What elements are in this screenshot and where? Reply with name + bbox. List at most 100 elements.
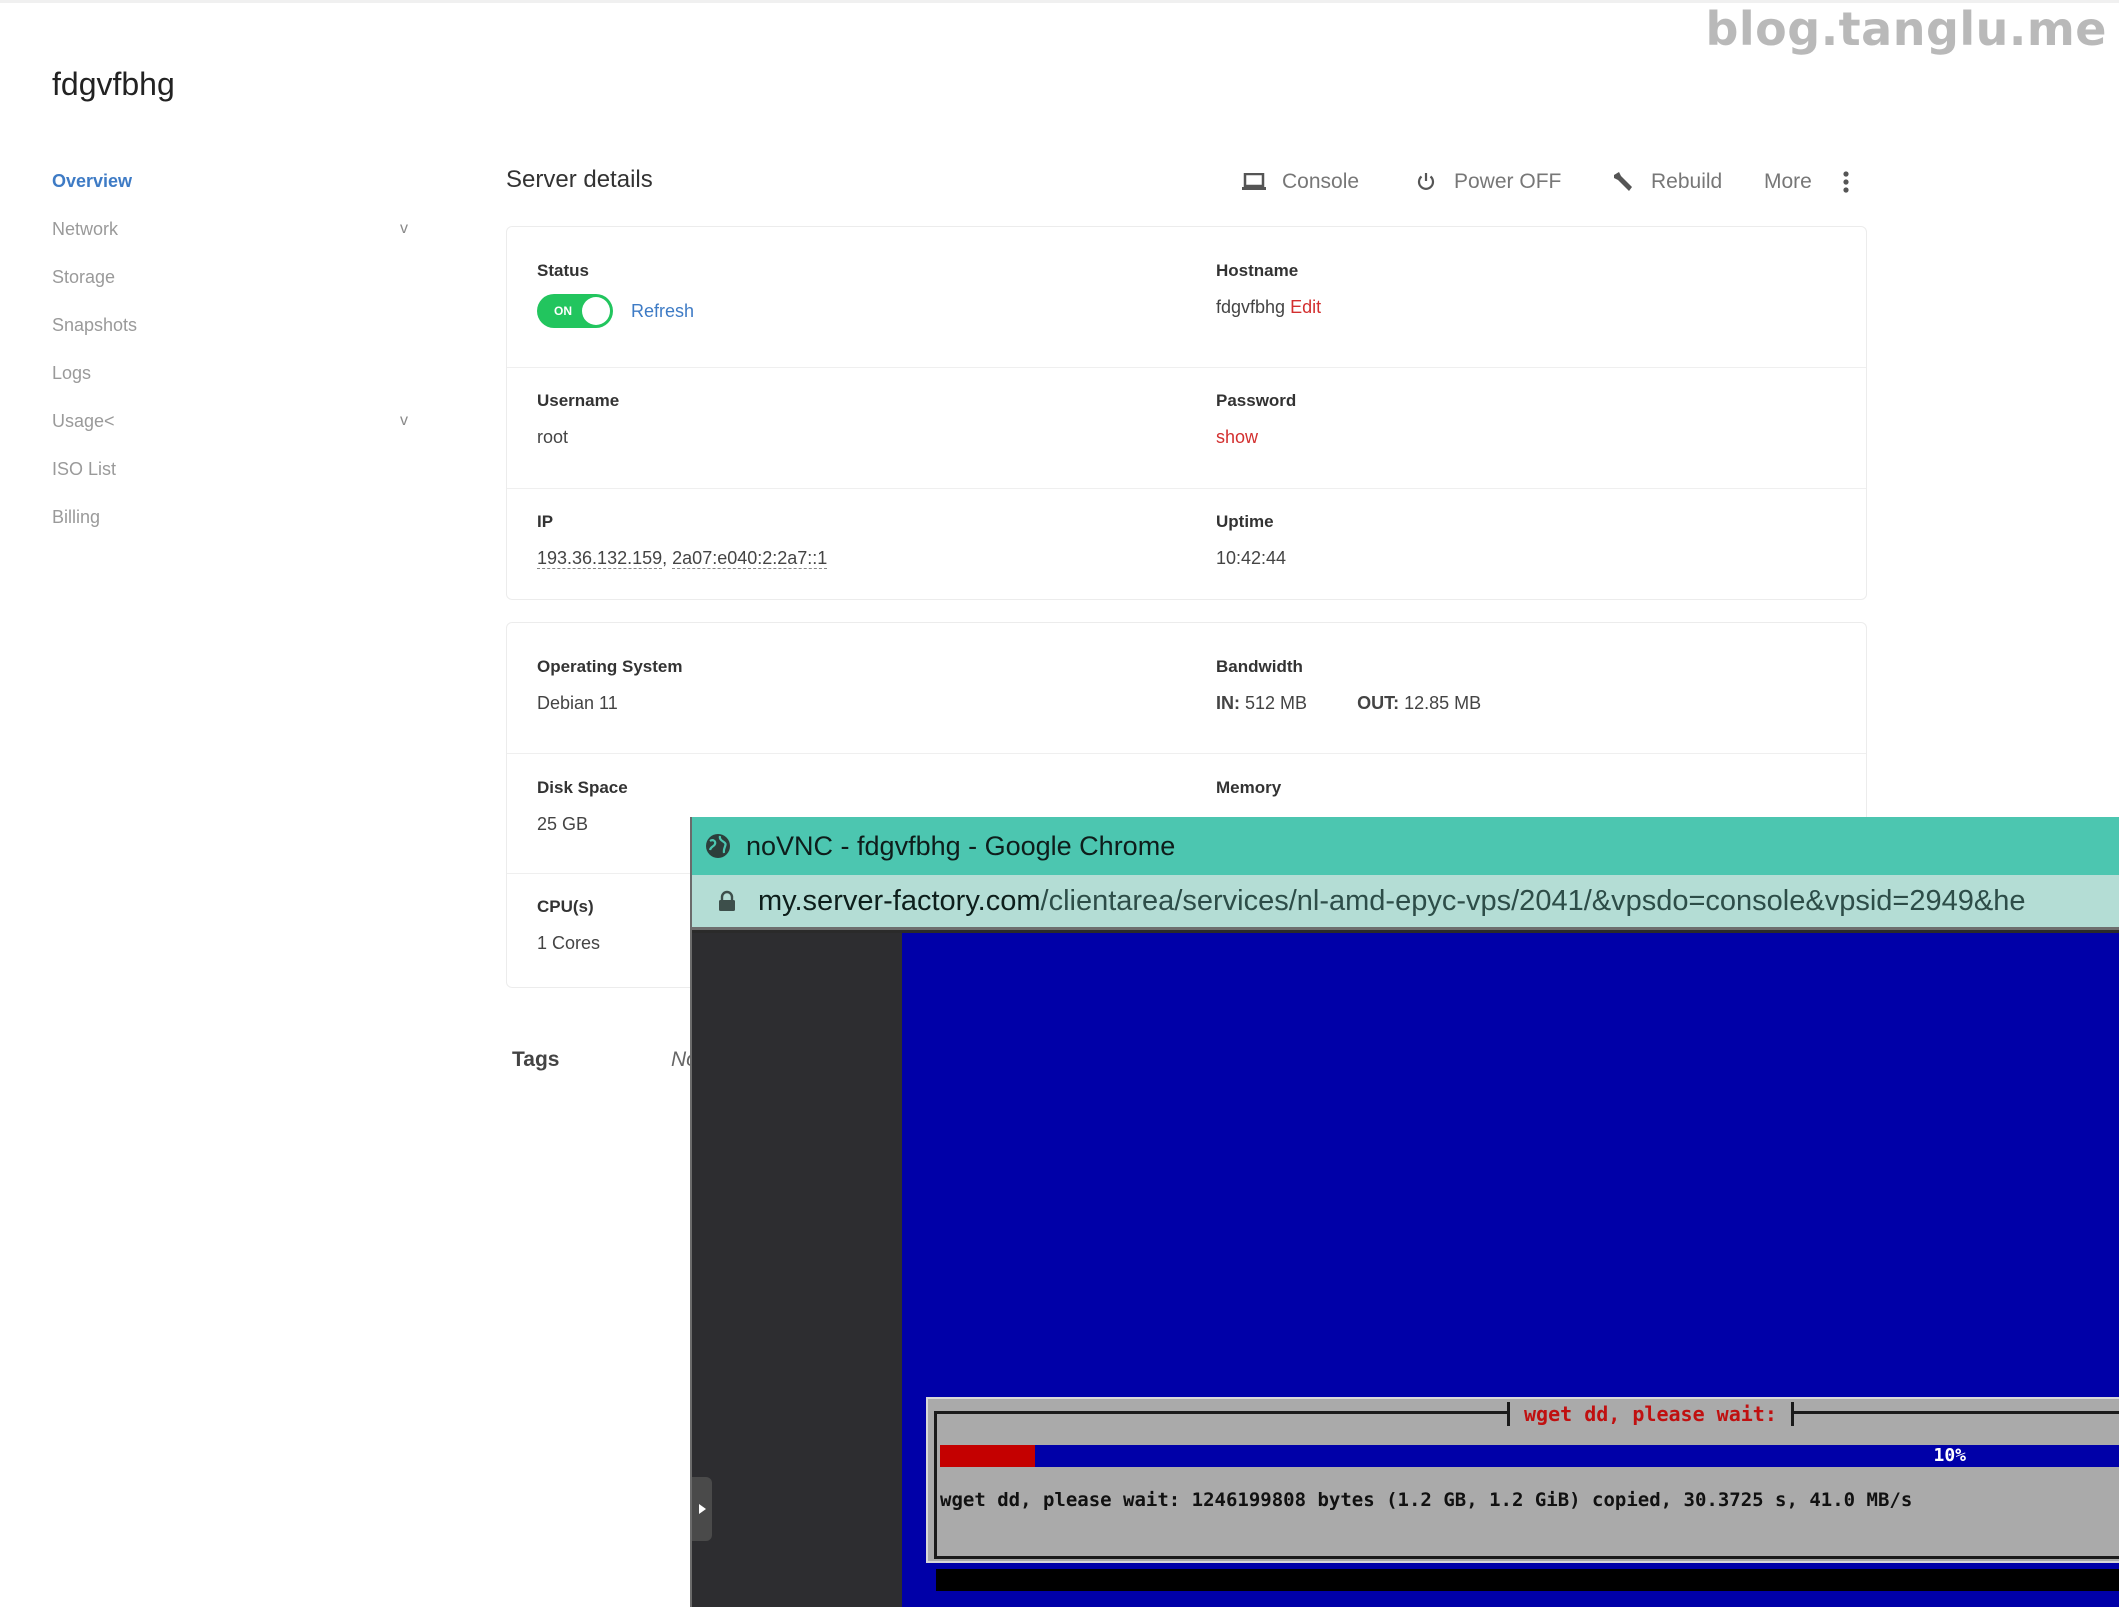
ip-cell: IP 193.36.132.159, 2a07:e040:2:2a7::1 — [537, 511, 828, 570]
credentials-row: Username root Password show — [507, 367, 1866, 488]
lock-icon — [719, 890, 735, 911]
ip-value-line: 193.36.132.159, 2a07:e040:2:2a7::1 — [537, 546, 828, 570]
os-value: Debian 11 — [537, 693, 618, 713]
status-label: Status — [537, 261, 589, 280]
console-button[interactable]: Console — [1240, 166, 1359, 198]
wrench-icon — [1609, 170, 1637, 194]
sidebar-item-label: Billing — [52, 507, 101, 527]
username-label: Username — [537, 391, 620, 410]
hostname-edit-link[interactable]: Edit — [1290, 297, 1321, 317]
bandwidth-cell: Bandwidth IN: 512 MB OUT: 12.85 MB — [1216, 656, 1481, 715]
tags-label: Tags — [512, 1048, 560, 1071]
sidebar-nav: Overview Network v Storage Snapshots Log… — [52, 160, 408, 544]
watermark: blog.tanglu.me — [1705, 2, 2107, 56]
sidebar-item-storage[interactable]: Storage — [52, 256, 408, 304]
hostname-value-line: fdgvfbhg Edit — [1216, 295, 1321, 319]
bandwidth-value-line: IN: 512 MB OUT: 12.85 MB — [1216, 691, 1481, 715]
cpu-label: CPU(s) — [537, 897, 594, 916]
rebuild-button[interactable]: Rebuild — [1609, 166, 1722, 198]
bandwidth-out-value: 12.85 MB — [1404, 693, 1482, 713]
password-show-link[interactable]: show — [1216, 427, 1258, 447]
laptop-icon — [1240, 170, 1268, 194]
bandwidth-in-value: 512 MB — [1245, 693, 1308, 713]
power-off-button[interactable]: Power OFF — [1412, 166, 1561, 198]
status-cell: Status ON Refresh — [537, 260, 694, 328]
url-text: my.server-factory.com/clientarea/service… — [758, 885, 2025, 918]
sidebar-item-usage[interactable]: Usage< v — [52, 400, 408, 448]
dialog-title: wget dd, please wait: — [1507, 1402, 1794, 1426]
ip-separator: , — [662, 548, 668, 568]
sidebar-item-billing[interactable]: Billing — [52, 496, 408, 544]
bandwidth-in-label: IN: — [1216, 693, 1240, 713]
action-toolbar: Console Power OFF Rebuild More — [0, 166, 2119, 198]
bandwidth-out-label: OUT: — [1357, 693, 1400, 713]
os-cell: Operating System Debian 11 — [537, 656, 683, 715]
ipv4-address[interactable]: 193.36.132.159 — [537, 548, 663, 569]
novnc-side-panel — [692, 933, 902, 1607]
memory-cell: Memory — [1216, 777, 1281, 799]
network-row: IP 193.36.132.159, 2a07:e040:2:2a7::1 Up… — [507, 488, 1866, 601]
expand-arrow-icon — [698, 1504, 706, 1514]
more-button[interactable]: More — [1764, 166, 1860, 198]
server-info-card: Status ON Refresh Hostname fdgvfbhg Edit — [506, 226, 1867, 600]
page: blog.tanglu.me fdgvfbhg Overview Network… — [0, 0, 2119, 1607]
os-row: Operating System Debian 11 Bandwidth IN:… — [507, 623, 1866, 753]
chrome-title-bar[interactable]: noVNC - fdgvfbhg - Google Chrome — [692, 817, 2119, 875]
status-row: Status ON Refresh Hostname fdgvfbhg Edit — [507, 227, 1866, 367]
toggle-on-text: ON — [554, 304, 572, 318]
memory-label: Memory — [1216, 778, 1282, 797]
uptime-cell: Uptime 10:42:44 — [1216, 511, 1286, 570]
control-bar-handle[interactable] — [692, 1477, 712, 1541]
chevron-down-icon[interactable]: v — [400, 208, 408, 250]
refresh-link[interactable]: Refresh — [631, 301, 694, 322]
cpu-cell: CPU(s) 1 Cores — [537, 896, 600, 955]
ip-label: IP — [537, 512, 554, 531]
sidebar-item-snapshots[interactable]: Snapshots — [52, 304, 408, 352]
ipv6-address[interactable]: 2a07:e040:2:2a7::1 — [672, 548, 828, 569]
cpu-value: 1 Cores — [537, 933, 601, 953]
globe-icon — [706, 834, 730, 858]
os-label: Operating System — [537, 657, 683, 676]
username-cell: Username root — [537, 390, 619, 449]
progress-bar: 10% — [940, 1445, 2119, 1467]
password-value-line: show — [1216, 425, 1296, 449]
dialog-shadow — [936, 1569, 2119, 1591]
hostname-cell: Hostname fdgvfbhg Edit — [1216, 260, 1321, 319]
disk-label: Disk Space — [537, 778, 628, 797]
password-cell: Password show — [1216, 390, 1296, 449]
sidebar-item-label: Snapshots — [52, 315, 138, 335]
disk-cell: Disk Space 25 GB — [537, 777, 628, 836]
bandwidth-label: Bandwidth — [1216, 657, 1303, 676]
disk-value: 25 GB — [537, 814, 589, 834]
sidebar-item-label: Logs — [52, 363, 92, 383]
sidebar-item-label: Storage — [52, 267, 116, 287]
kebab-icon — [1832, 170, 1860, 194]
progress-dialog: wget dd, please wait: 10% wget dd, pleas… — [926, 1397, 2119, 1563]
rebuild-button-label: Rebuild — [1651, 170, 1723, 193]
sidebar-item-network[interactable]: Network v — [52, 208, 408, 256]
sidebar-item-label: ISO List — [52, 459, 117, 479]
sidebar-item-label: Network — [52, 219, 119, 239]
vnc-console-screen[interactable]: wget dd, please wait: 10% wget dd, pleas… — [902, 933, 2119, 1607]
hostname-value: fdgvfbhg — [1216, 297, 1286, 317]
novnc-chrome-window[interactable]: noVNC - fdgvfbhg - Google Chrome my.serv… — [690, 817, 2119, 1607]
console-button-label: Console — [1282, 170, 1360, 193]
power-icon — [1412, 170, 1440, 194]
toggle-knob — [582, 297, 610, 325]
chrome-window-title: noVNC - fdgvfbhg - Google Chrome — [746, 830, 1176, 861]
sidebar-item-logs[interactable]: Logs — [52, 352, 408, 400]
dialog-message: wget dd, please wait: 1246199808 bytes (… — [940, 1489, 1913, 1511]
sidebar-item-label: Usage< — [52, 411, 115, 431]
progress-percent: 10% — [1933, 1445, 1966, 1466]
uptime-label: Uptime — [1216, 512, 1274, 531]
url-path: /clientarea/services/nl-amd-epyc-vps/204… — [1040, 884, 2026, 917]
sidebar-item-iso-list[interactable]: ISO List — [52, 448, 408, 496]
hostname-label: Hostname — [1216, 261, 1299, 280]
power-off-button-label: Power OFF — [1454, 170, 1562, 193]
chevron-down-icon[interactable]: v — [400, 400, 408, 442]
power-toggle[interactable]: ON — [537, 294, 613, 328]
dialog-frame: wget dd, please wait: — [934, 1402, 2119, 1559]
uptime-value: 10:42:44 — [1216, 548, 1287, 568]
address-bar[interactable]: my.server-factory.com/clientarea/service… — [692, 875, 2119, 930]
password-label: Password — [1216, 391, 1297, 410]
